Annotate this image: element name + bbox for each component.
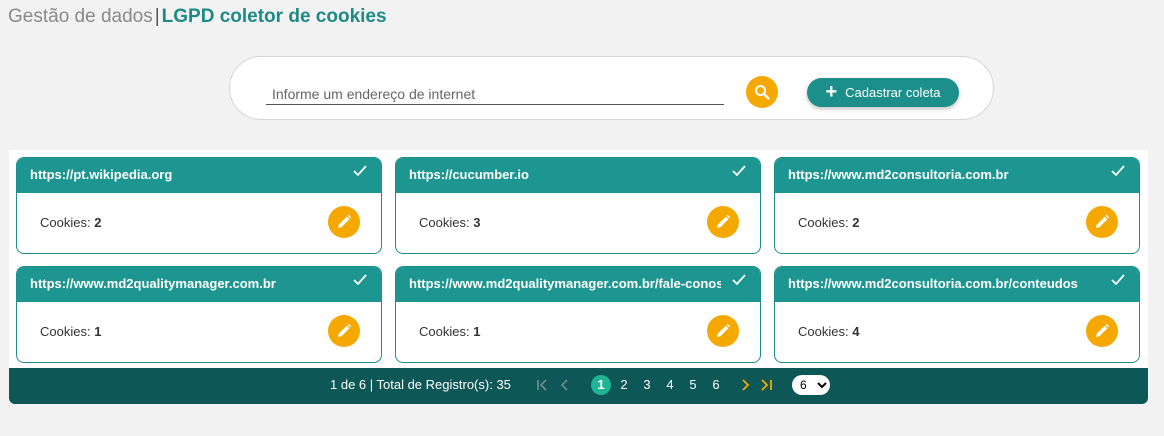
pencil-icon bbox=[717, 323, 731, 337]
cookie-value: 2 bbox=[852, 215, 860, 230]
cookie-label: Cookies: bbox=[40, 215, 91, 230]
check-icon bbox=[353, 274, 367, 286]
last-page-icon bbox=[761, 379, 772, 391]
search-panel: + Cadastrar coleta bbox=[229, 56, 994, 120]
cookie-count: Cookies: 1 bbox=[40, 324, 101, 339]
chevron-right-icon bbox=[742, 379, 750, 391]
cookie-count: Cookies: 2 bbox=[40, 215, 101, 230]
card-body: Cookies: 3 bbox=[396, 193, 760, 253]
last-page-button[interactable] bbox=[758, 378, 774, 395]
check-icon bbox=[1111, 165, 1125, 177]
cookie-label: Cookies: bbox=[419, 324, 470, 339]
cookie-count: Cookies: 3 bbox=[419, 215, 480, 230]
cookie-value: 2 bbox=[94, 215, 102, 230]
card-url: https://www.md2consultoria.com.br/conteu… bbox=[788, 276, 1078, 291]
page-number[interactable]: 5 bbox=[683, 375, 703, 395]
plus-icon: + bbox=[825, 80, 838, 103]
url-card: https://www.md2qualitymanager.com.br/fal… bbox=[395, 266, 761, 363]
search-icon bbox=[755, 85, 770, 100]
pencil-icon bbox=[1096, 323, 1110, 337]
url-card: https://pt.wikipedia.org Cookies: 2 bbox=[16, 157, 382, 254]
card-url: https://cucumber.io bbox=[409, 167, 529, 182]
previous-page-button[interactable] bbox=[558, 378, 572, 395]
breadcrumb-separator: | bbox=[154, 6, 160, 27]
page-number[interactable]: 3 bbox=[637, 375, 657, 395]
card-body: Cookies: 4 bbox=[775, 302, 1139, 362]
url-card: https://www.md2qualitymanager.com.br Cook… bbox=[16, 266, 382, 363]
cookie-value: 1 bbox=[473, 324, 481, 339]
add-collection-label: Cadastrar coleta bbox=[845, 85, 941, 100]
card-body: Cookies: 2 bbox=[17, 193, 381, 253]
search-input[interactable] bbox=[266, 83, 724, 105]
card-header: https://cucumber.io bbox=[396, 158, 760, 193]
url-card: https://cucumber.io Cookies: 3 bbox=[395, 157, 761, 254]
check-icon bbox=[732, 165, 746, 177]
page-number[interactable]: 2 bbox=[614, 375, 634, 395]
cookie-value: 4 bbox=[852, 324, 860, 339]
cookie-label: Cookies: bbox=[798, 215, 849, 230]
cookie-count: Cookies: 2 bbox=[798, 215, 859, 230]
cookie-label: Cookies: bbox=[798, 324, 849, 339]
page-number[interactable]: 6 bbox=[706, 375, 726, 395]
url-card: https://www.md2consultoria.com.br/conteu… bbox=[774, 266, 1140, 363]
page-size-select[interactable]: 6 bbox=[792, 375, 830, 395]
card-header: https://pt.wikipedia.org bbox=[17, 158, 381, 193]
cards-grid: https://pt.wikipedia.org Cookies: 2 https:… bbox=[9, 150, 1148, 368]
pagination-bar: 1 de 6 | Total de Registro(s): 35 123456… bbox=[9, 368, 1148, 404]
check-icon bbox=[353, 165, 367, 177]
edit-button[interactable] bbox=[1086, 315, 1118, 347]
pencil-icon bbox=[338, 214, 352, 228]
page-number[interactable]: 1 bbox=[591, 375, 611, 395]
card-url: https://www.md2consultoria.com.br bbox=[788, 167, 1009, 182]
card-header: https://www.md2consultoria.com.br bbox=[775, 158, 1139, 193]
check-icon bbox=[1111, 274, 1125, 286]
cookie-count: Cookies: 1 bbox=[419, 324, 480, 339]
cookie-label: Cookies: bbox=[40, 324, 91, 339]
card-header: https://www.md2qualitymanager.com.br bbox=[17, 267, 381, 302]
card-url: https://www.md2qualitymanager.com.br/fal… bbox=[409, 276, 721, 291]
card-url: https://pt.wikipedia.org bbox=[30, 167, 173, 182]
search-button[interactable] bbox=[746, 76, 778, 108]
pencil-icon bbox=[338, 323, 352, 337]
add-collection-button[interactable]: + Cadastrar coleta bbox=[807, 78, 959, 107]
edit-button[interactable] bbox=[1086, 206, 1118, 238]
cookie-value: 3 bbox=[473, 215, 481, 230]
card-body: Cookies: 1 bbox=[17, 302, 381, 362]
cookie-label: Cookies: bbox=[419, 215, 470, 230]
next-page-button[interactable] bbox=[738, 378, 752, 395]
check-icon bbox=[732, 274, 746, 286]
pencil-icon bbox=[717, 214, 731, 228]
card-url: https://www.md2qualitymanager.com.br bbox=[30, 276, 276, 291]
pagination-summary: 1 de 6 | Total de Registro(s): 35 bbox=[330, 377, 511, 392]
card-header: https://www.md2consultoria.com.br/conteu… bbox=[775, 267, 1139, 302]
url-card: https://www.md2consultoria.com.br Cookies… bbox=[774, 157, 1140, 254]
edit-button[interactable] bbox=[328, 315, 360, 347]
edit-button[interactable] bbox=[707, 206, 739, 238]
breadcrumb-parent[interactable]: Gestão de dados bbox=[8, 6, 153, 27]
card-body: Cookies: 2 bbox=[775, 193, 1139, 253]
cookie-value: 1 bbox=[94, 324, 102, 339]
page-title: Gestão de dados | LGPD coletor de cookies bbox=[8, 6, 387, 28]
card-header: https://www.md2qualitymanager.com.br/fal… bbox=[396, 267, 760, 302]
first-page-icon bbox=[537, 379, 547, 391]
edit-button[interactable] bbox=[328, 206, 360, 238]
first-page-button[interactable] bbox=[536, 378, 550, 395]
breadcrumb-current: LGPD coletor de cookies bbox=[161, 6, 387, 27]
edit-button[interactable] bbox=[707, 315, 739, 347]
pencil-icon bbox=[1096, 214, 1110, 228]
chevron-left-icon bbox=[560, 379, 568, 391]
cookie-count: Cookies: 4 bbox=[798, 324, 859, 339]
page-number[interactable]: 4 bbox=[660, 375, 680, 395]
card-body: Cookies: 1 bbox=[396, 302, 760, 362]
